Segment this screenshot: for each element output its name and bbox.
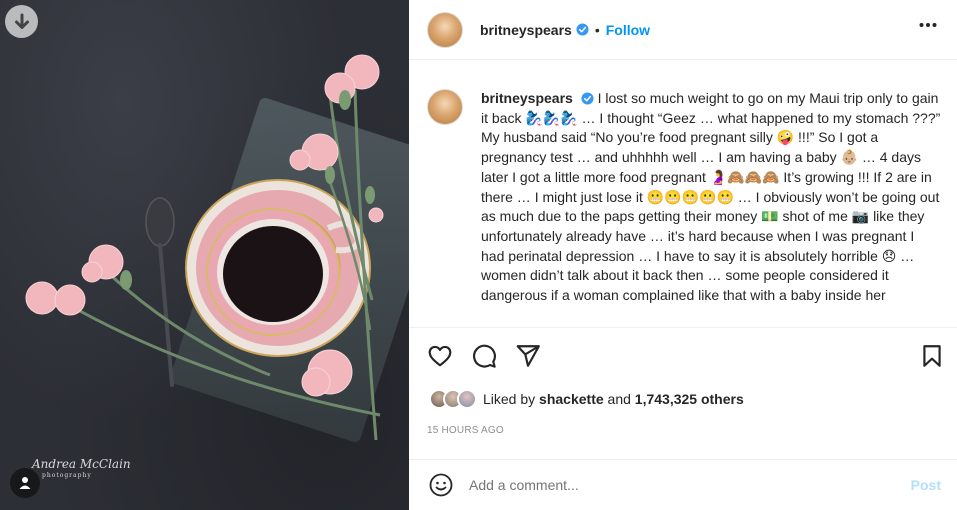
user-icon (19, 477, 31, 489)
heart-icon[interactable] (427, 343, 453, 369)
caption-text-block: britneyspears I lost so much weight to g… (481, 89, 941, 327)
verified-badge-icon (576, 23, 589, 36)
separator-dot: • (594, 21, 600, 38)
caption-avatar[interactable] (427, 89, 463, 125)
divider (409, 327, 957, 328)
verified-badge-icon (581, 92, 594, 105)
likes-and: and (607, 391, 631, 407)
comment-input[interactable] (469, 477, 889, 493)
still-life-illustration (25, 54, 384, 441)
likes-row: Liked by shackette and 1,743,325 others (429, 389, 744, 409)
caption-text: I lost so much weight to go on my Maui t… (481, 90, 941, 304)
smiley-icon[interactable] (429, 473, 453, 497)
avatar[interactable] (427, 11, 463, 48)
ellipsis-icon[interactable] (919, 22, 937, 28)
likes-prefix: Liked by (483, 391, 536, 407)
bookmark-icon[interactable] (919, 343, 945, 369)
download-button[interactable] (5, 5, 38, 38)
arrow-down-icon (14, 13, 29, 29)
comment-bar: Post (409, 459, 957, 510)
timestamp[interactable]: 15 HOURS AGO (427, 425, 504, 436)
caption: britneyspears I lost so much weight to g… (409, 61, 957, 327)
header-username[interactable]: britneyspears (480, 22, 572, 38)
post-header: britneyspears • Follow (409, 0, 957, 60)
action-bar (427, 343, 947, 371)
tagged-users-button[interactable] (10, 468, 40, 498)
post-panel: britneyspears • Follow britneyspears I l… (409, 0, 957, 510)
follow-button[interactable]: Follow (606, 22, 650, 38)
watermark-sub: photography (42, 472, 92, 479)
watermark: Andrea McClain photography (32, 458, 131, 482)
caption-username[interactable]: britneyspears (481, 90, 573, 106)
liker-avatar[interactable] (457, 389, 477, 409)
paper-plane-icon[interactable] (515, 343, 541, 369)
likes-others[interactable]: 1,743,325 others (635, 391, 744, 407)
likes-text: Liked by shackette and 1,743,325 others (483, 391, 744, 407)
comment-icon[interactable] (471, 343, 497, 369)
post-image[interactable]: Andrea McClain photography (0, 0, 409, 510)
liked-by-user[interactable]: shackette (539, 391, 604, 407)
post-button[interactable]: Post (911, 477, 941, 493)
watermark-name: Andrea McClain (32, 457, 131, 471)
